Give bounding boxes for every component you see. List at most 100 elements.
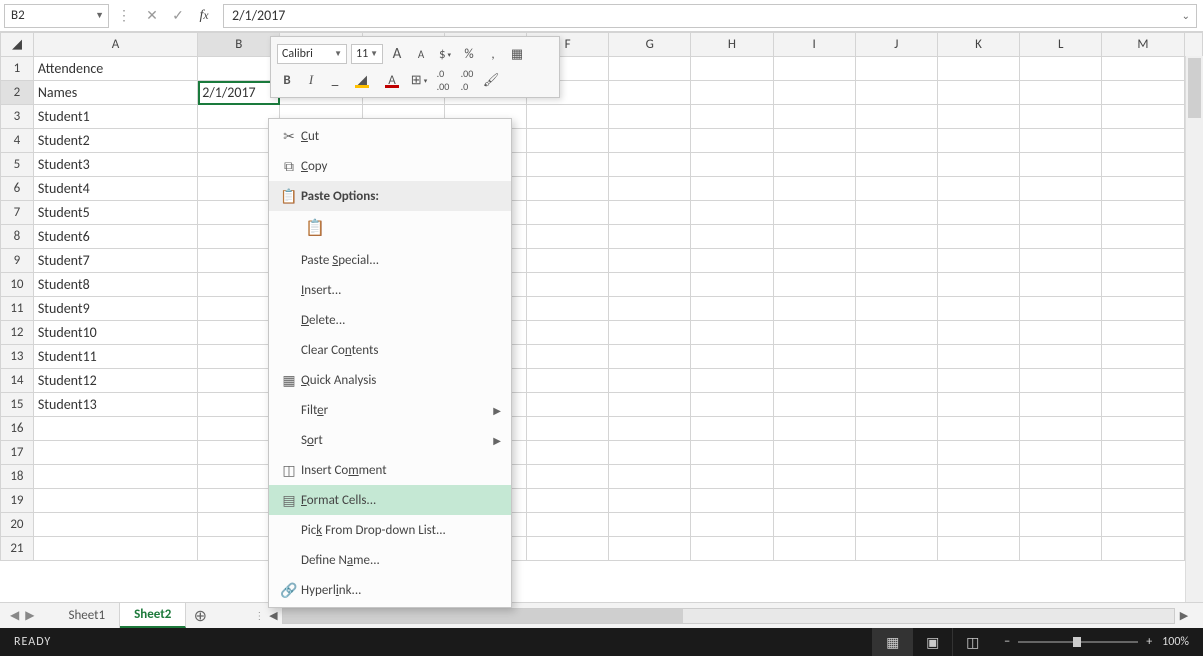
cell[interactable] xyxy=(773,57,855,81)
cell[interactable] xyxy=(855,537,937,561)
cell[interactable]: Student4 xyxy=(33,177,197,201)
cell[interactable] xyxy=(33,537,197,561)
cell[interactable] xyxy=(1102,81,1184,105)
vertical-scrollbar[interactable] xyxy=(1185,56,1203,604)
cell[interactable] xyxy=(609,537,691,561)
cell[interactable] xyxy=(1102,57,1184,81)
cell[interactable] xyxy=(1020,393,1102,417)
cell[interactable] xyxy=(33,465,197,489)
cell[interactable] xyxy=(855,249,937,273)
cell[interactable] xyxy=(527,297,609,321)
sheet-tab[interactable]: Sheet1 xyxy=(54,603,120,628)
increase-decimal-icon[interactable]: .0.00 xyxy=(433,70,453,90)
menu-delete[interactable]: Delete... xyxy=(269,305,511,335)
cell[interactable] xyxy=(773,537,855,561)
cell[interactable] xyxy=(609,417,691,441)
cell[interactable]: Student13 xyxy=(33,393,197,417)
cell[interactable] xyxy=(691,273,773,297)
cell[interactable] xyxy=(527,369,609,393)
formula-input[interactable]: 2/1/2017 ⌄ xyxy=(223,4,1197,28)
cell[interactable] xyxy=(1102,153,1184,177)
cell[interactable] xyxy=(773,441,855,465)
cell[interactable] xyxy=(691,393,773,417)
cell[interactable] xyxy=(33,417,197,441)
cell[interactable] xyxy=(527,321,609,345)
cell[interactable] xyxy=(1020,417,1102,441)
cell[interactable] xyxy=(1020,225,1102,249)
menu-format-cells[interactable]: ▤Format Cells... xyxy=(269,485,511,515)
row-header[interactable]: 18 xyxy=(1,465,34,489)
fill-color-button[interactable]: ◢ xyxy=(349,70,375,90)
cell[interactable] xyxy=(1102,105,1184,129)
normal-view-icon[interactable]: ▦ xyxy=(872,628,912,656)
cell[interactable] xyxy=(1020,489,1102,513)
cell[interactable] xyxy=(609,153,691,177)
row-header[interactable]: 14 xyxy=(1,369,34,393)
cell[interactable] xyxy=(691,177,773,201)
cell[interactable] xyxy=(773,513,855,537)
cell[interactable]: Student7 xyxy=(33,249,197,273)
cell[interactable] xyxy=(609,345,691,369)
col-header[interactable]: H xyxy=(691,33,773,57)
cell[interactable] xyxy=(691,441,773,465)
cell[interactable] xyxy=(937,441,1019,465)
cell[interactable]: Student5 xyxy=(33,201,197,225)
cell[interactable] xyxy=(691,153,773,177)
menu-hyperlink[interactable]: 🔗Hyperlink... xyxy=(269,575,511,605)
cell[interactable] xyxy=(527,105,609,129)
cell[interactable] xyxy=(773,489,855,513)
decrease-font-icon[interactable]: A xyxy=(411,44,431,64)
cell[interactable] xyxy=(1020,345,1102,369)
cell[interactable] xyxy=(527,153,609,177)
cell[interactable]: Student10 xyxy=(33,321,197,345)
menu-copy[interactable]: ⧉Copy xyxy=(269,151,511,181)
cell[interactable] xyxy=(1102,417,1184,441)
fx-icon[interactable]: fx xyxy=(191,3,217,29)
cell[interactable] xyxy=(691,201,773,225)
cell[interactable] xyxy=(1102,129,1184,153)
border-icon[interactable]: ⊞▾ xyxy=(409,70,429,90)
cell[interactable] xyxy=(609,513,691,537)
cell[interactable] xyxy=(1020,81,1102,105)
cell[interactable] xyxy=(773,225,855,249)
cell[interactable] xyxy=(937,177,1019,201)
cell[interactable] xyxy=(691,321,773,345)
add-sheet-icon[interactable]: ⊕ xyxy=(186,603,214,628)
cell[interactable] xyxy=(1102,513,1184,537)
expand-formula-icon[interactable]: ⌄ xyxy=(1182,9,1190,22)
cell[interactable] xyxy=(1020,153,1102,177)
cell[interactable] xyxy=(773,321,855,345)
cell[interactable] xyxy=(1102,489,1184,513)
cell[interactable] xyxy=(609,273,691,297)
cell[interactable] xyxy=(527,201,609,225)
cell[interactable] xyxy=(1020,57,1102,81)
scrollbar-thumb[interactable] xyxy=(1188,58,1201,118)
cell[interactable] xyxy=(691,105,773,129)
zoom-out-icon[interactable]: − xyxy=(1004,635,1010,649)
cell[interactable] xyxy=(937,345,1019,369)
cell[interactable] xyxy=(691,489,773,513)
horizontal-scrollbar[interactable]: ⋮ ◀ ▶ xyxy=(254,608,1193,624)
col-header[interactable]: I xyxy=(773,33,855,57)
cell[interactable] xyxy=(773,201,855,225)
cell[interactable] xyxy=(773,81,855,105)
cell[interactable] xyxy=(773,105,855,129)
cell[interactable] xyxy=(691,81,773,105)
cell[interactable] xyxy=(609,321,691,345)
col-header[interactable]: G xyxy=(609,33,691,57)
cell[interactable] xyxy=(1020,297,1102,321)
menu-insert[interactable]: Insert... xyxy=(269,275,511,305)
name-box[interactable]: B2 ▼ xyxy=(4,4,109,28)
menu-pick-from-list[interactable]: Pick From Drop-down List... xyxy=(269,515,511,545)
cell[interactable] xyxy=(773,369,855,393)
cell[interactable] xyxy=(1020,369,1102,393)
cell[interactable] xyxy=(691,297,773,321)
cell[interactable]: 2/1/2017 xyxy=(198,81,280,105)
cell[interactable]: Attendence xyxy=(33,57,197,81)
cell[interactable] xyxy=(527,273,609,297)
cell[interactable] xyxy=(937,417,1019,441)
menu-filter[interactable]: Filter▶ xyxy=(269,395,511,425)
cell[interactable] xyxy=(855,417,937,441)
cell[interactable] xyxy=(33,441,197,465)
cell[interactable] xyxy=(773,129,855,153)
